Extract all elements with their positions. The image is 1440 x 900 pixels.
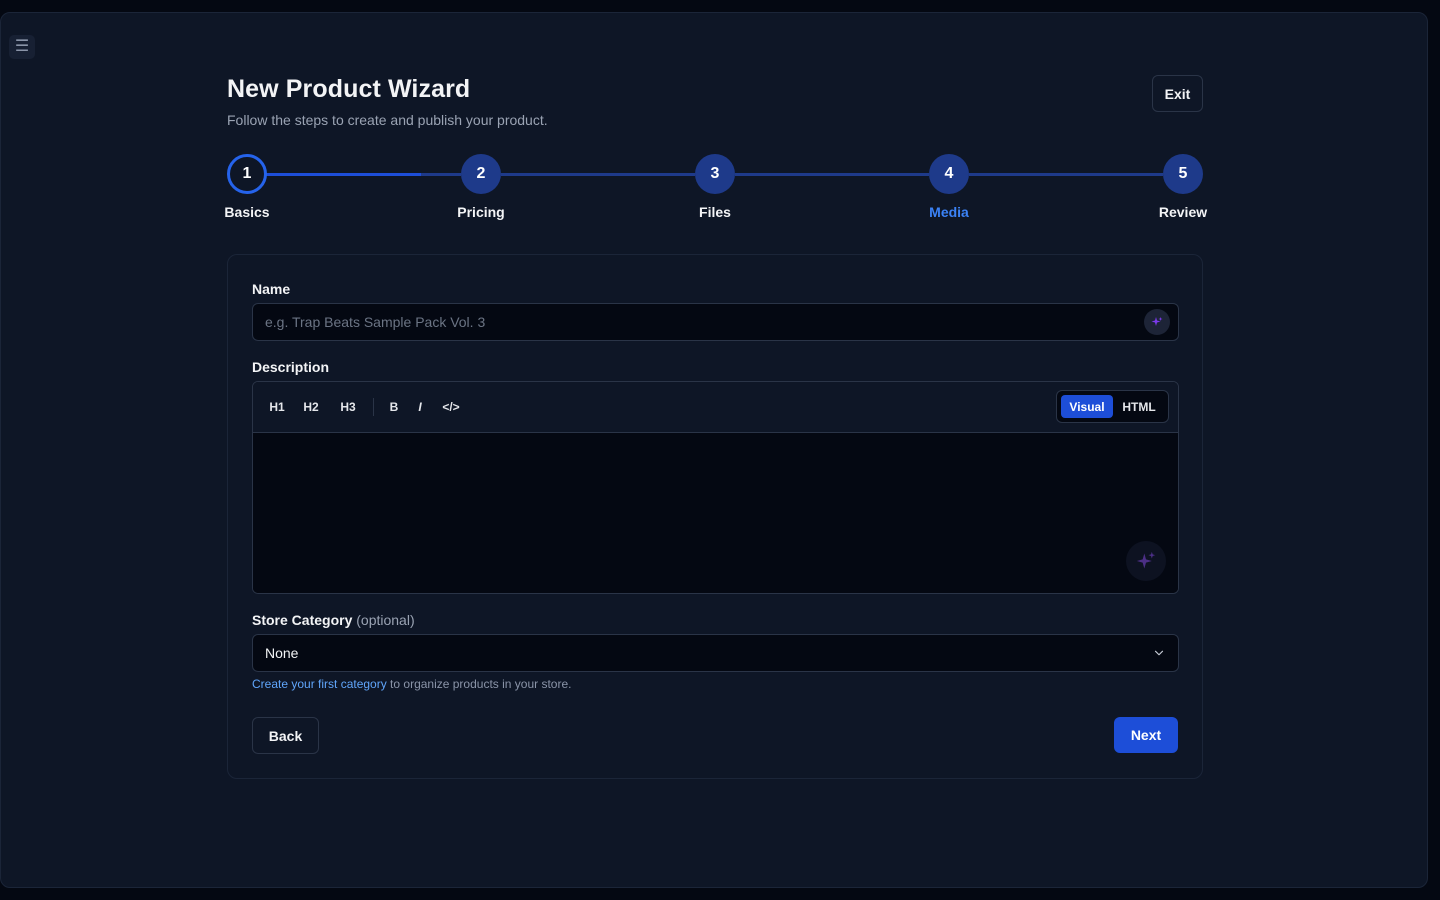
name-input[interactable]	[253, 304, 1178, 340]
step-label: Files	[699, 204, 731, 220]
optional-text: (optional)	[356, 612, 415, 628]
create-category-link[interactable]: Create your first category	[252, 677, 387, 691]
category-label-text: Store Category	[252, 612, 353, 628]
step-label: Media	[929, 204, 969, 220]
description-editor-body[interactable]	[253, 433, 1178, 593]
html-mode-button[interactable]: HTML	[1115, 395, 1163, 418]
sparkle-icon[interactable]	[1126, 541, 1166, 581]
hamburger-menu-icon[interactable]: ☰	[9, 35, 35, 59]
form-card: Name Description H1 H2 H3 B	[227, 254, 1203, 779]
editor-mode-toggle: Visual HTML	[1056, 390, 1169, 423]
code-button[interactable]: </>	[439, 397, 463, 417]
sparkle-icon[interactable]	[1144, 309, 1170, 335]
step-basics[interactable]: 1 Basics	[207, 154, 287, 220]
category-helper: Create your first category to organize p…	[252, 677, 571, 691]
step-connector-2	[501, 173, 695, 176]
step-number: 3	[695, 154, 735, 194]
name-label: Name	[252, 281, 291, 297]
chevron-down-icon	[1154, 650, 1164, 656]
description-label: Description	[252, 359, 330, 375]
heading-2-button[interactable]: H2	[301, 397, 321, 417]
step-pricing[interactable]: 2 Pricing	[441, 154, 521, 220]
category-helper-text: to organize products in your store.	[386, 677, 572, 691]
step-number: 4	[929, 154, 969, 194]
category-select[interactable]: None	[252, 634, 1179, 672]
visual-mode-button[interactable]: Visual	[1061, 395, 1113, 418]
next-button[interactable]: Next	[1114, 717, 1178, 753]
step-review[interactable]: 5 Review	[1143, 154, 1223, 220]
step-connector-3	[735, 173, 929, 176]
heading-1-button[interactable]: H1	[267, 397, 287, 417]
exit-button[interactable]: Exit	[1152, 75, 1203, 112]
editor-toolbar: H1 H2 H3 B I </> Visual HTML	[253, 382, 1178, 433]
step-label: Pricing	[457, 204, 505, 220]
wizard-stepper: 1 Basics 2 Pricing 3 Files 4 Media 5 Rev…	[224, 154, 1207, 224]
name-field-wrapper	[252, 303, 1179, 341]
category-label: Store Category (optional)	[252, 612, 415, 628]
step-number: 1	[227, 154, 267, 194]
step-files[interactable]: 3 Files	[675, 154, 755, 220]
step-connector-4	[969, 173, 1163, 176]
step-number: 2	[461, 154, 501, 194]
page-title: New Product Wizard	[227, 75, 471, 103]
toolbar-divider	[373, 398, 374, 416]
category-select-value: None	[265, 645, 299, 661]
description-editor: H1 H2 H3 B I </> Visual HTML	[252, 381, 1179, 594]
italic-button[interactable]: I	[413, 397, 427, 417]
heading-3-button[interactable]: H3	[338, 397, 358, 417]
back-button[interactable]: Back	[252, 717, 319, 754]
step-label: Review	[1158, 204, 1208, 220]
step-media[interactable]: 4 Media	[909, 154, 989, 220]
app-window: ☰ New Product Wizard Follow the steps to…	[0, 12, 1428, 888]
bold-button[interactable]: B	[387, 397, 401, 417]
step-label: Basics	[224, 204, 270, 220]
step-number: 5	[1163, 154, 1203, 194]
page-subtitle: Follow the steps to create and publish y…	[227, 112, 548, 128]
